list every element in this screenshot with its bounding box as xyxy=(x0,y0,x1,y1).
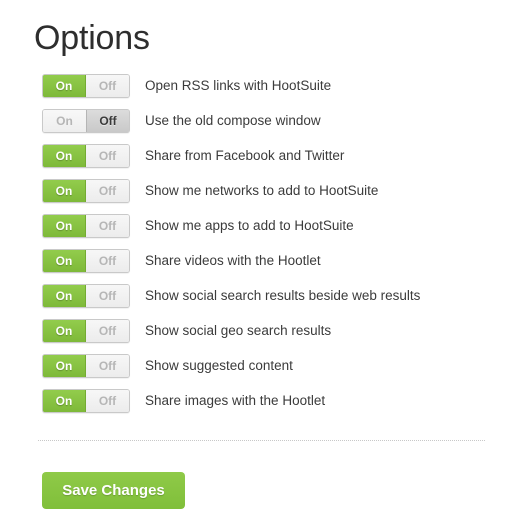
option-toggle[interactable]: On Off xyxy=(42,319,130,343)
toggle-on-segment[interactable]: On xyxy=(43,145,86,167)
toggle-on-segment[interactable]: On xyxy=(43,355,86,377)
option-toggle[interactable]: On Off xyxy=(42,109,130,133)
toggle-on-segment[interactable]: On xyxy=(43,390,86,412)
toggle-off-segment[interactable]: Off xyxy=(86,180,129,202)
option-toggle[interactable]: On Off xyxy=(42,179,130,203)
toggle-off-segment[interactable]: Off xyxy=(86,215,129,237)
option-row: On Off Share videos with the Hootlet xyxy=(0,249,507,273)
toggle-on-segment[interactable]: On xyxy=(43,285,86,307)
option-row: On Off Show social geo search results xyxy=(0,319,507,343)
toggle-off-segment[interactable]: Off xyxy=(86,250,129,272)
option-label: Share images with the Hootlet xyxy=(145,393,326,408)
section-divider xyxy=(38,440,485,441)
option-label: Show me networks to add to HootSuite xyxy=(145,183,379,198)
option-toggle[interactable]: On Off xyxy=(42,74,130,98)
options-list: On Off Open RSS links with HootSuite On Off U… xyxy=(0,74,507,424)
option-label: Share videos with the Hootlet xyxy=(145,253,321,268)
option-row: On Off Use the old compose window xyxy=(0,109,507,133)
toggle-on-segment[interactable]: On xyxy=(43,215,86,237)
toggle-on-segment[interactable]: On xyxy=(43,320,86,342)
toggle-off-segment[interactable]: Off xyxy=(86,285,129,307)
save-changes-button[interactable]: Save Changes xyxy=(42,472,185,509)
option-row: On Off Show suggested content xyxy=(0,354,507,378)
option-row: On Off Share images with the Hootlet xyxy=(0,389,507,413)
toggle-off-segment[interactable]: Off xyxy=(86,75,129,97)
option-row: On Off Show me networks to add to HootSuit… xyxy=(0,179,507,203)
toggle-on-segment[interactable]: On xyxy=(43,250,86,272)
toggle-off-segment[interactable]: Off xyxy=(86,390,129,412)
option-toggle[interactable]: On Off xyxy=(42,389,130,413)
toggle-off-segment[interactable]: Off xyxy=(86,110,129,132)
option-row: On Off Share from Facebook and Twitter xyxy=(0,144,507,168)
option-toggle[interactable]: On Off xyxy=(42,144,130,168)
option-row: On Off Open RSS links with HootSuite xyxy=(0,74,507,98)
option-row: On Off Show social search results beside w… xyxy=(0,284,507,308)
toggle-on-segment[interactable]: On xyxy=(43,75,86,97)
toggle-on-segment[interactable]: On xyxy=(43,180,86,202)
toggle-off-segment[interactable]: Off xyxy=(86,355,129,377)
option-label: Show social search results beside web re… xyxy=(145,288,421,303)
option-toggle[interactable]: On Off xyxy=(42,354,130,378)
option-label: Use the old compose window xyxy=(145,113,321,128)
page-title: Options xyxy=(34,18,150,57)
option-label: Show suggested content xyxy=(145,358,293,373)
toggle-off-segment[interactable]: Off xyxy=(86,145,129,167)
option-label: Share from Facebook and Twitter xyxy=(145,148,345,163)
option-label: Show me apps to add to HootSuite xyxy=(145,218,354,233)
toggle-off-segment[interactable]: Off xyxy=(86,320,129,342)
option-row: On Off Show me apps to add to HootSuite xyxy=(0,214,507,238)
option-label: Open RSS links with HootSuite xyxy=(145,78,332,93)
option-toggle[interactable]: On Off xyxy=(42,214,130,238)
option-toggle[interactable]: On Off xyxy=(42,249,130,273)
option-toggle[interactable]: On Off xyxy=(42,284,130,308)
toggle-on-segment[interactable]: On xyxy=(43,110,86,132)
option-label: Show social geo search results xyxy=(145,323,332,338)
